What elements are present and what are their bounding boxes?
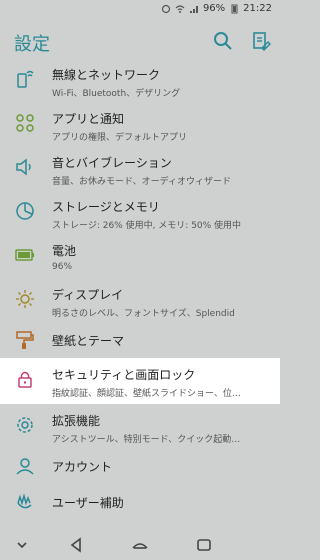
item-title: アプリと通知 [52,112,125,126]
item-subtitle: 96% [52,262,73,272]
back-icon [70,537,81,553]
recents-button[interactable] [194,536,214,554]
item-subtitle: 音量、お休みモード、オーディオウィザード [52,177,232,187]
item-title: ユーザー補助 [52,496,124,510]
settings-item-display[interactable]: ディスプレイ 明るさのレベル、フォントサイズ、Splendid [0,278,280,322]
item-subtitle: アシストツール、特別モード、クイック起動… [52,435,241,445]
customize-button[interactable] [250,30,272,52]
settings-item-accessibility[interactable]: ユーザー補助 [0,484,280,520]
settings-item-wallpaper[interactable]: 壁紙とテーマ [0,322,280,358]
item-title: 壁紙とテーマ [52,334,125,348]
wifi-icon [175,4,185,14]
status-right: 96% 21:22 [161,3,272,14]
back-button[interactable] [66,536,86,554]
sync-icon [161,4,171,14]
navigation-bar [0,530,280,560]
lock-icon [14,368,36,390]
gear-icon [14,414,36,436]
status-bar: 96% 21:22 [0,0,280,20]
settings-item-network[interactable]: 無線とネットワーク Wi-Fi、Bluetooth、デザリング [0,58,280,102]
item-subtitle: ストレージ: 26% 使用中, メモリ: 50% 使用中 [52,221,242,231]
item-subtitle: アプリの権限、デフォルトアプリ [52,133,188,143]
item-title: ストレージとメモリ [52,200,160,214]
storage-pie-icon [14,200,36,222]
battery-percent: 96% [202,3,226,14]
clipboard-edit-icon [253,32,271,51]
settings-item-sound[interactable]: 音とバイブレーション 音量、お休みモード、オーディオウィザード [0,146,280,190]
brightness-icon [14,288,36,310]
recents-icon [197,539,211,551]
apps-grid-icon [14,112,36,134]
clock: 21:22 [243,3,272,14]
settings-item-advanced[interactable]: 拡張機能 アシストツール、特別モード、クイック起動… [0,404,280,448]
item-title: 拡張機能 [52,414,101,428]
account-icon [14,455,36,477]
item-subtitle: 指紋認証、顔認証、壁紙スライドショー、位… [52,389,241,399]
speaker-icon [14,156,36,178]
item-subtitle: 明るさのレベル、フォントサイズ、Splendid [52,309,235,319]
signal-icon [189,4,199,14]
home-icon [132,543,148,549]
settings-item-accounts[interactable]: アカウント [0,448,280,484]
search-icon [214,32,232,50]
home-button[interactable] [130,536,150,554]
item-title: 音とバイブレーション [52,156,172,170]
settings-item-battery[interactable]: 電池 96% [0,234,280,278]
chevron-down-icon [17,542,27,549]
search-button[interactable] [212,30,234,52]
paint-roller-icon [14,329,36,351]
item-title: アカウント [52,460,113,474]
accessibility-icon [14,491,36,513]
settings-list: 無線とネットワーク Wi-Fi、Bluetooth、デザリング アプリと通知 ア… [0,58,280,520]
item-title: 電池 [52,244,77,258]
hide-nav-button[interactable] [12,536,32,554]
item-title: 無線とネットワーク [52,68,161,82]
item-title: ディスプレイ [52,288,124,302]
item-subtitle: Wi-Fi、Bluetooth、デザリング [52,89,181,99]
battery-icon [14,244,36,266]
battery-status-icon [229,4,239,14]
wifi-phone-icon [14,68,36,90]
page-title: 設定 [14,34,50,55]
settings-item-storage[interactable]: ストレージとメモリ ストレージ: 26% 使用中, メモリ: 50% 使用中 [0,190,280,234]
settings-item-apps[interactable]: アプリと通知 アプリの権限、デフォルトアプリ [0,102,280,146]
app-bar: 設定 [0,20,280,60]
settings-item-security[interactable]: セキュリティと画面ロック 指紋認証、顔認証、壁紙スライドショー、位… [0,358,280,404]
item-title: セキュリティと画面ロック [52,368,196,382]
